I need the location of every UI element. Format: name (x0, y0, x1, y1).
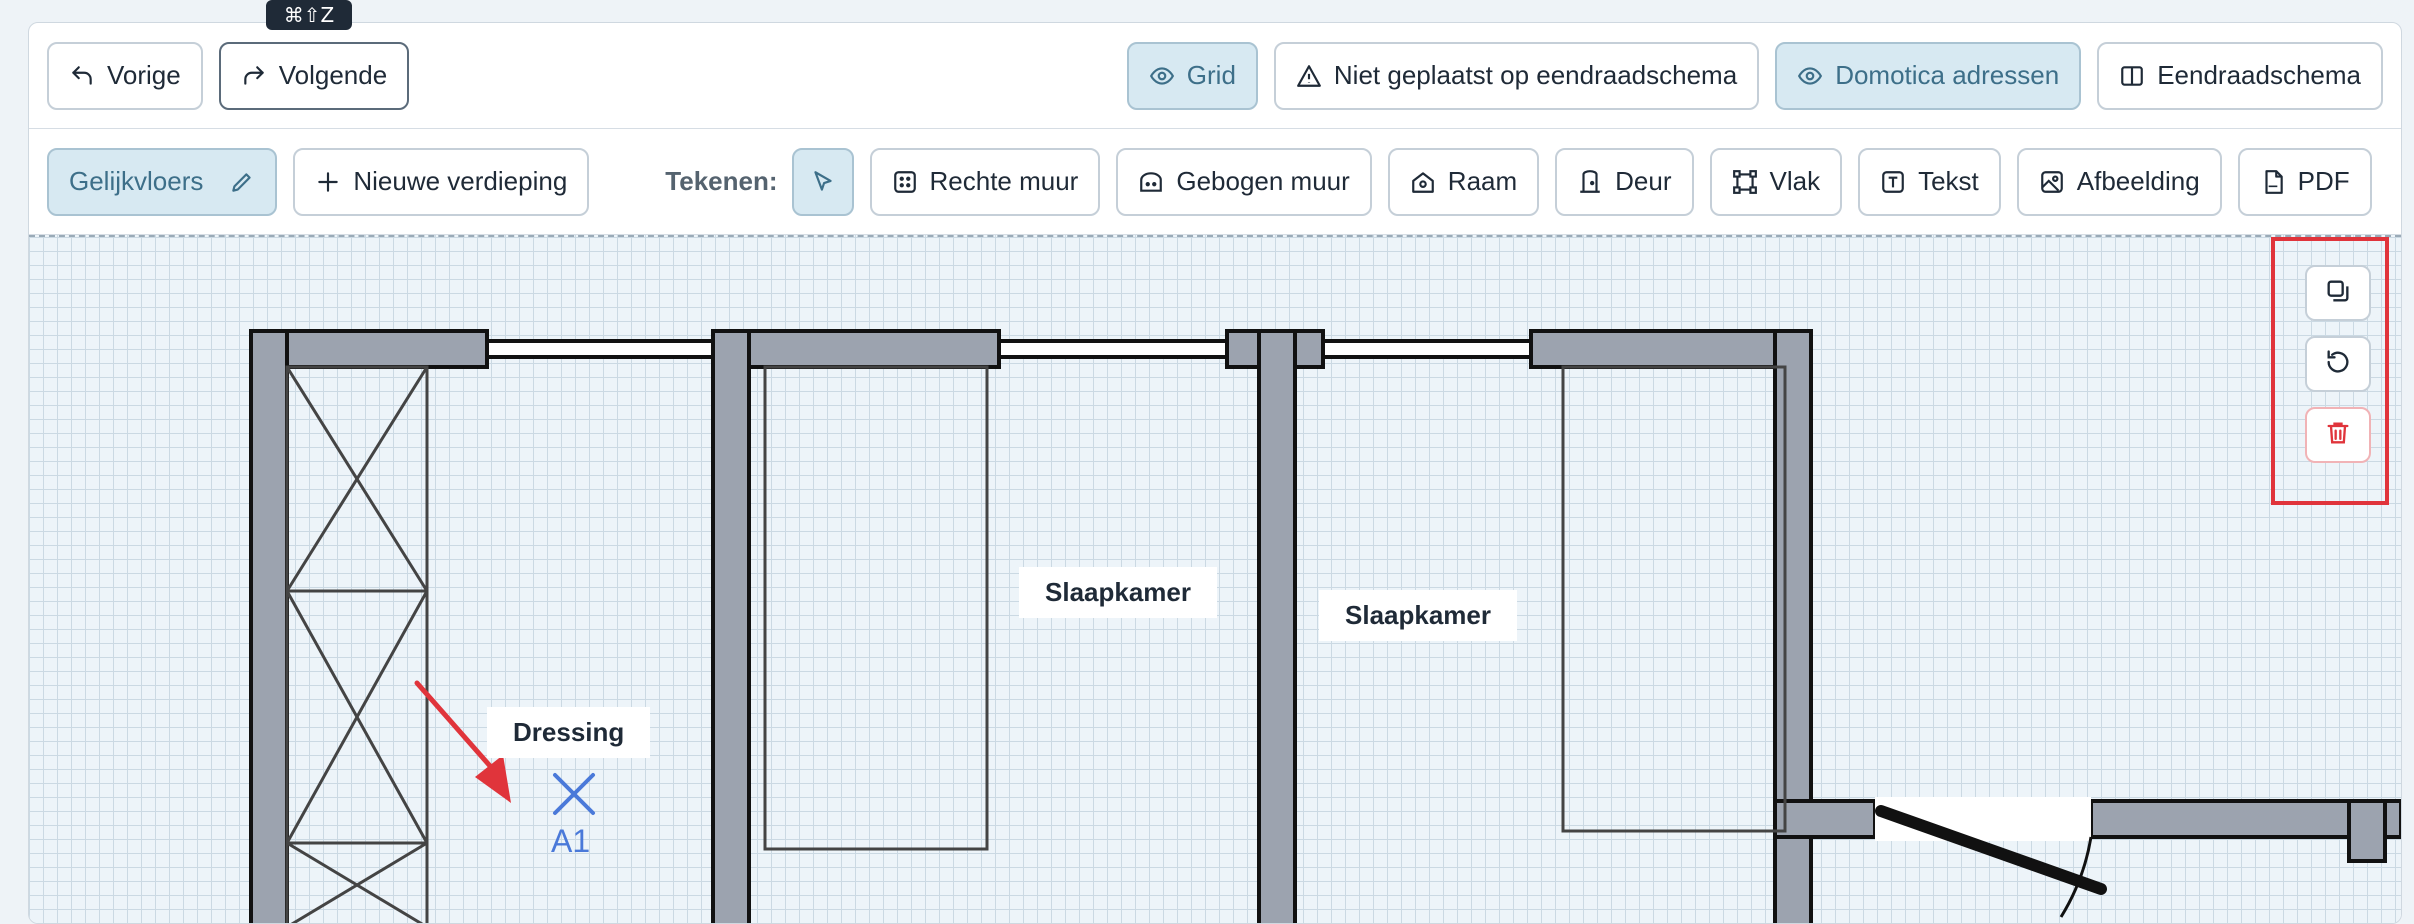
rotate-icon (2324, 348, 2352, 381)
shortcut-tooltip: ⌘⇧Z (266, 0, 352, 30)
undo-label: Vorige (107, 60, 181, 90)
new-floor-label: Nieuwe verdieping (353, 166, 568, 196)
duplicate-button[interactable] (2305, 265, 2371, 321)
rotate-button[interactable] (2305, 336, 2371, 392)
grid-dots-icon (892, 169, 918, 195)
redo-button[interactable]: Volgende (218, 41, 410, 110)
floorplan-editor: Vorige Volgende Grid Niet geplaatst op e… (28, 22, 2402, 924)
window-3 (1321, 339, 1533, 359)
arrow-head (475, 755, 511, 803)
window-label: Raam (1447, 166, 1518, 196)
duplicate-icon (2324, 277, 2352, 310)
not-placed-button[interactable]: Niet geplaatst op eendraadschema (1273, 41, 1760, 110)
area-icon (1732, 169, 1758, 195)
image-label: Afbeelding (2076, 166, 2200, 196)
wall-stub-right (1773, 799, 1877, 839)
wardrobe (285, 365, 429, 923)
wall-top-mid (711, 329, 1001, 369)
eye-icon (1797, 63, 1823, 89)
pdf-label: PDF (2297, 166, 2350, 196)
grid-label: Grid (1186, 60, 1236, 90)
undo-button[interactable]: Vorige (47, 41, 203, 110)
select-tool-button[interactable] (791, 147, 854, 216)
room-label-dressing[interactable]: Dressing (487, 707, 651, 758)
image-tool-button[interactable]: Afbeelding (2016, 147, 2222, 216)
domotica-label: Domotica adressen (1835, 60, 2060, 90)
drawing-canvas[interactable]: Dressing Slaapkamer Slaapkamer A1 (29, 235, 2401, 923)
floor-label: Gelijkvloers (69, 166, 204, 196)
door-label: Deur (1615, 166, 1672, 196)
a1-marker (553, 773, 595, 815)
curved-wall-icon (1138, 169, 1164, 195)
not-placed-label: Niet geplaatst op eendraadschema (1333, 60, 1738, 90)
top-toolbar: Vorige Volgende Grid Niet geplaatst op e… (29, 23, 2401, 129)
door-swing (1875, 797, 2107, 918)
new-floor-button[interactable]: Nieuwe verdieping (293, 147, 590, 216)
window-1 (485, 339, 715, 359)
trash-icon (2324, 419, 2352, 452)
curved-wall-tool-button[interactable]: Gebogen muur (1116, 147, 1372, 216)
redo-label: Volgende (278, 60, 388, 90)
warning-icon (1296, 63, 1322, 89)
door-tool-button[interactable]: Deur (1555, 147, 1694, 216)
undo-icon (69, 63, 95, 89)
eye-icon (1149, 63, 1175, 89)
eendraadschema-label: Eendraadschema (2157, 60, 2361, 90)
bed-1 (763, 365, 989, 851)
pdf-file-icon (2260, 169, 2286, 195)
cursor-icon (810, 169, 836, 195)
eendraadschema-button[interactable]: Eendraadschema (2097, 41, 2383, 110)
draw-label: Tekenen: (665, 166, 778, 196)
door-icon (1577, 169, 1603, 195)
domotica-toggle-button[interactable]: Domotica adressen (1775, 41, 2082, 110)
wall-right-stub (2347, 799, 2387, 863)
text-label: Tekst (1918, 166, 1979, 196)
plus-icon (315, 169, 341, 195)
window-tool-button[interactable]: Raam (1387, 147, 1540, 216)
text-icon (1880, 169, 1906, 195)
marker-label-a1[interactable]: A1 (551, 823, 590, 860)
room-label-bedroom-2[interactable]: Slaapkamer (1319, 590, 1517, 641)
redo-icon (241, 63, 267, 89)
selection-tools-panel (2271, 237, 2389, 505)
area-label: Vlak (1769, 166, 1821, 196)
wall-top-right (1529, 329, 1777, 369)
bed-2 (1561, 365, 1787, 833)
windows (485, 339, 1533, 359)
room-label-bedroom-1[interactable]: Slaapkamer (1019, 567, 1217, 618)
wall-mid-1 (711, 329, 751, 923)
straight-wall-tool-button[interactable]: Rechte muur (869, 147, 1101, 216)
grid-toggle-button[interactable]: Grid (1126, 41, 1258, 110)
wall-mid-2 (1257, 329, 1297, 923)
floor-selector[interactable]: Gelijkvloers (47, 147, 278, 216)
wardrobe-frame (285, 365, 429, 923)
image-icon (2039, 169, 2065, 195)
draw-toolbar: Gelijkvloers Nieuwe verdieping Tekenen: … (29, 129, 2401, 235)
pdf-tool-button[interactable]: PDF (2237, 147, 2372, 216)
text-tool-button[interactable]: Tekst (1858, 147, 2001, 216)
delete-button[interactable] (2305, 407, 2371, 463)
pencil-icon[interactable] (229, 169, 255, 195)
area-tool-button[interactable]: Vlak (1709, 147, 1843, 216)
straight-wall-label: Rechte muur (929, 166, 1079, 196)
curved-wall-label: Gebogen muur (1176, 166, 1350, 196)
window-2 (997, 339, 1229, 359)
house-icon (1410, 169, 1436, 195)
wall-left (249, 329, 289, 923)
split-view-icon (2119, 63, 2145, 89)
